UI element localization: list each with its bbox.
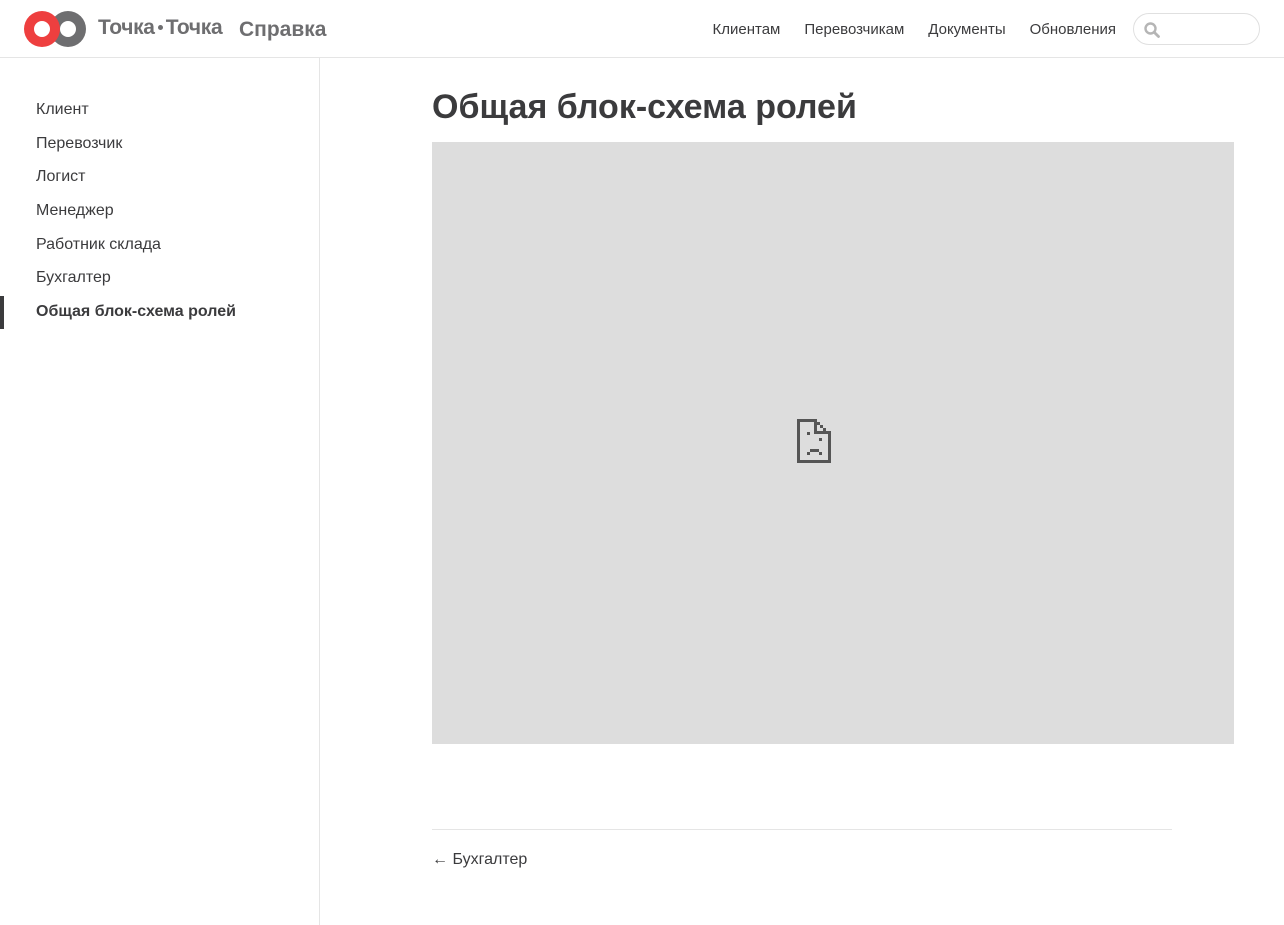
sidebar-item-accountant[interactable]: Бухгалтер [0, 261, 319, 295]
sidebar-item-label[interactable]: Бухгалтер [36, 269, 111, 287]
nav-documents[interactable]: Документы [928, 21, 1005, 38]
sidebar-item-label[interactable]: Перевозчик [36, 135, 122, 153]
sidebar-item-label[interactable]: Логист [36, 168, 86, 186]
sidebar-item-roles-diagram[interactable]: Общая блок-схема ролей [0, 295, 319, 329]
sidebar-item-label[interactable]: Общая блок-схема ролей [36, 303, 236, 321]
brand-dot [157, 24, 163, 30]
search-box[interactable] [1133, 13, 1260, 45]
sidebar-item-label[interactable]: Работник склада [36, 236, 161, 254]
embedded-diagram-frame[interactable] [432, 142, 1234, 744]
brand-name[interactable]: Точка Точка [98, 16, 223, 40]
sidebar-item-label[interactable]: Клиент [36, 101, 89, 119]
page-title: Общая блок-схема ролей [432, 88, 857, 126]
sidebar-item-label[interactable]: Менеджер [36, 202, 114, 220]
arrow-left-icon: ← [432, 851, 448, 868]
nav-carriers[interactable]: Перевозчикам [804, 21, 904, 38]
sidebar-item-carrier[interactable]: Перевозчик [0, 127, 319, 161]
prev-page-label: Бухгалтер [452, 851, 528, 868]
prev-page-link[interactable]: ← Бухгалтер [432, 851, 527, 869]
search-icon [1144, 22, 1160, 38]
logo-icon[interactable] [24, 11, 86, 47]
sidebar-item-manager[interactable]: Менеджер [0, 194, 319, 228]
sidebar: Клиент Перевозчик Логист Менеджер Работн… [0, 58, 320, 925]
section-title[interactable]: Справка [239, 18, 326, 42]
broken-document-icon [797, 419, 831, 463]
brand-left: Точка [98, 16, 155, 39]
sidebar-item-client[interactable]: Клиент [0, 93, 319, 127]
top-header: Точка Точка Справка Клиентам Перевозчикам… [0, 0, 1284, 58]
sidebar-item-warehouse-worker[interactable]: Работник склада [0, 228, 319, 262]
brand-right: Точка [165, 16, 223, 39]
top-nav: Клиентам Перевозчикам Документы Обновлен… [713, 21, 1116, 38]
nav-updates[interactable]: Обновления [1030, 21, 1116, 38]
footer-divider [432, 829, 1172, 830]
sidebar-item-logist[interactable]: Логист [0, 160, 319, 194]
search-input[interactable] [1166, 19, 1252, 39]
nav-clients[interactable]: Клиентам [713, 21, 781, 38]
sidebar-list: Клиент Перевозчик Логист Менеджер Работн… [0, 93, 319, 329]
